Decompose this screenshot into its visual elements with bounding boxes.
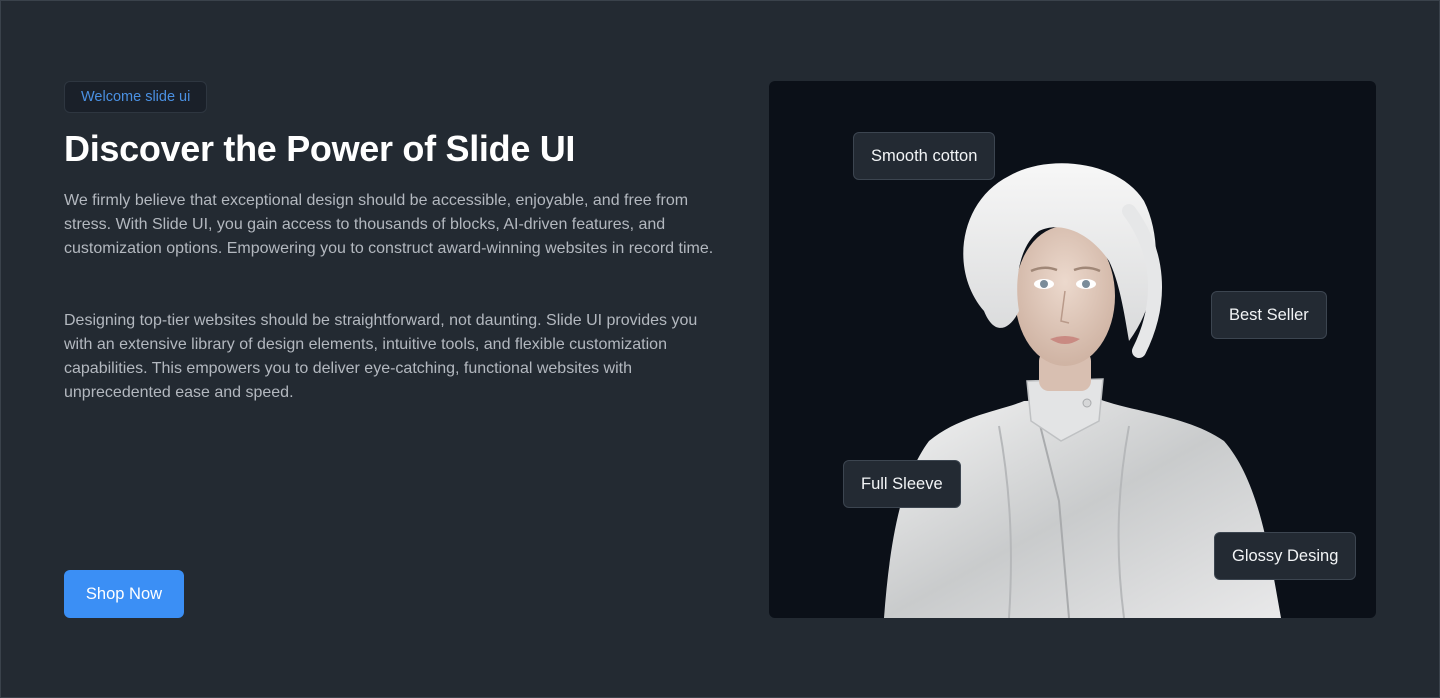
product-showcase: Smooth cotton Best Seller Full Sleeve Gl… [769, 81, 1376, 618]
tag-smooth-cotton: Smooth cotton [853, 132, 996, 180]
tag-full-sleeve: Full Sleeve [843, 460, 961, 508]
welcome-badge: Welcome slide ui [64, 81, 208, 113]
tag-glossy-design: Glossy Desing [1214, 532, 1357, 580]
shop-now-button[interactable]: Shop Now [64, 570, 184, 618]
intro-paragraph: We firmly believe that exceptional desig… [64, 192, 714, 257]
page-title: Discover the Power of Slide UI [64, 128, 576, 169]
detail-paragraph: Designing top-tier websites should be st… [64, 312, 698, 401]
tag-best-seller: Best Seller [1211, 291, 1327, 339]
